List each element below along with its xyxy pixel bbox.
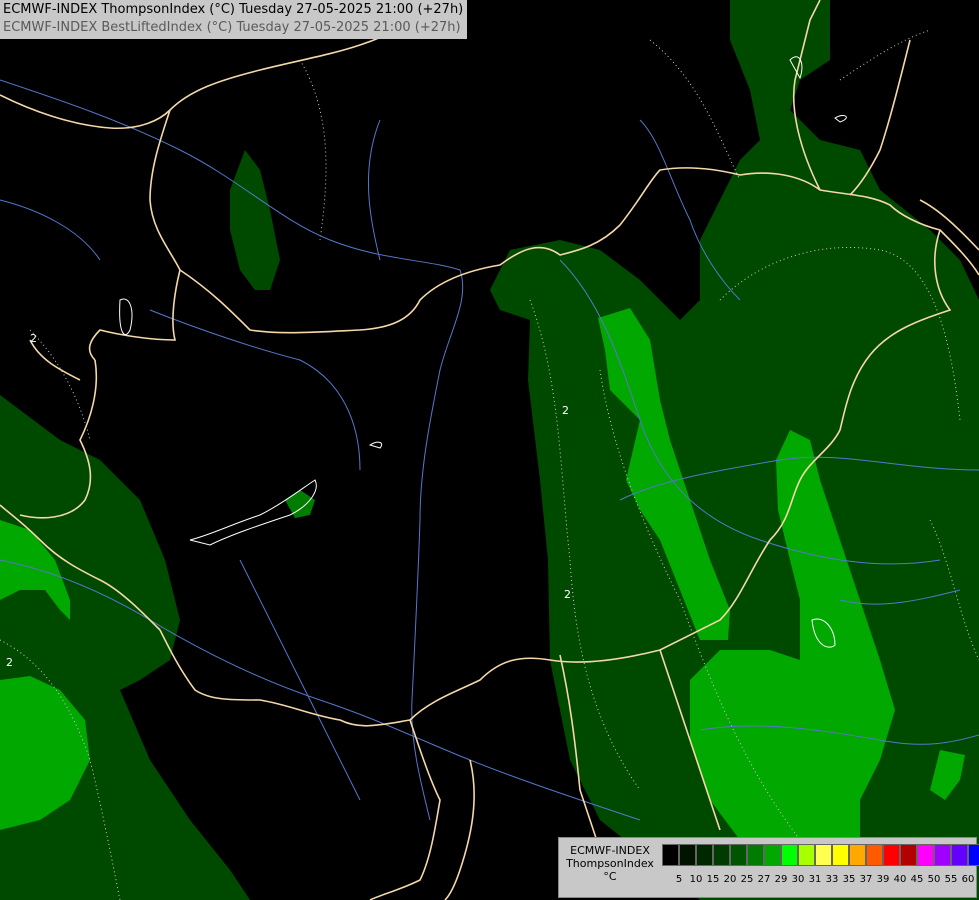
- legend-swatch: [662, 844, 679, 866]
- legend-swatch: [798, 844, 815, 866]
- legend-index-name: ThompsonIndex: [566, 857, 654, 870]
- legend-swatch: [951, 844, 968, 866]
- legend-label: ECMWF-INDEX ThompsonIndex °C: [561, 844, 659, 883]
- map-title-box: ECMWF-INDEX ThompsonIndex (°C) Tuesday 2…: [0, 0, 468, 39]
- legend-swatch: [934, 844, 951, 866]
- legend-unit: °C: [603, 870, 617, 883]
- contour-label: 2: [564, 588, 571, 601]
- legend-swatch: [730, 844, 747, 866]
- legend-tick-label: 60: [961, 874, 975, 885]
- legend-swatch: [747, 844, 764, 866]
- legend-swatch: [866, 844, 883, 866]
- contour-label: 2: [30, 332, 37, 345]
- legend-swatch: [917, 844, 934, 866]
- legend-swatch: [713, 844, 730, 866]
- legend-swatch: [781, 844, 798, 866]
- legend-swatch: [815, 844, 832, 866]
- map-title-primary: ECMWF-INDEX ThompsonIndex (°C) Tuesday 2…: [3, 2, 464, 17]
- contour-label: 2: [6, 656, 13, 669]
- legend-swatch: [764, 844, 781, 866]
- legend-swatch: [968, 844, 979, 866]
- legend-swatch: [883, 844, 900, 866]
- legend-swatch: [696, 844, 713, 866]
- contour-label: 2: [562, 404, 569, 417]
- legend-swatch: [849, 844, 866, 866]
- legend-swatch: [900, 844, 917, 866]
- legend-swatch: [832, 844, 849, 866]
- map-title-secondary: ECMWF-INDEX BestLiftedIndex (°C) Tuesday…: [3, 20, 461, 35]
- color-legend: ECMWF-INDEX ThompsonIndex °C 5 10 15 20 25 27…: [558, 837, 979, 898]
- legend-swatch: [679, 844, 696, 866]
- legend-model-name: ECMWF-INDEX: [570, 844, 650, 857]
- weather-map: 2 2 2 2: [0, 0, 979, 900]
